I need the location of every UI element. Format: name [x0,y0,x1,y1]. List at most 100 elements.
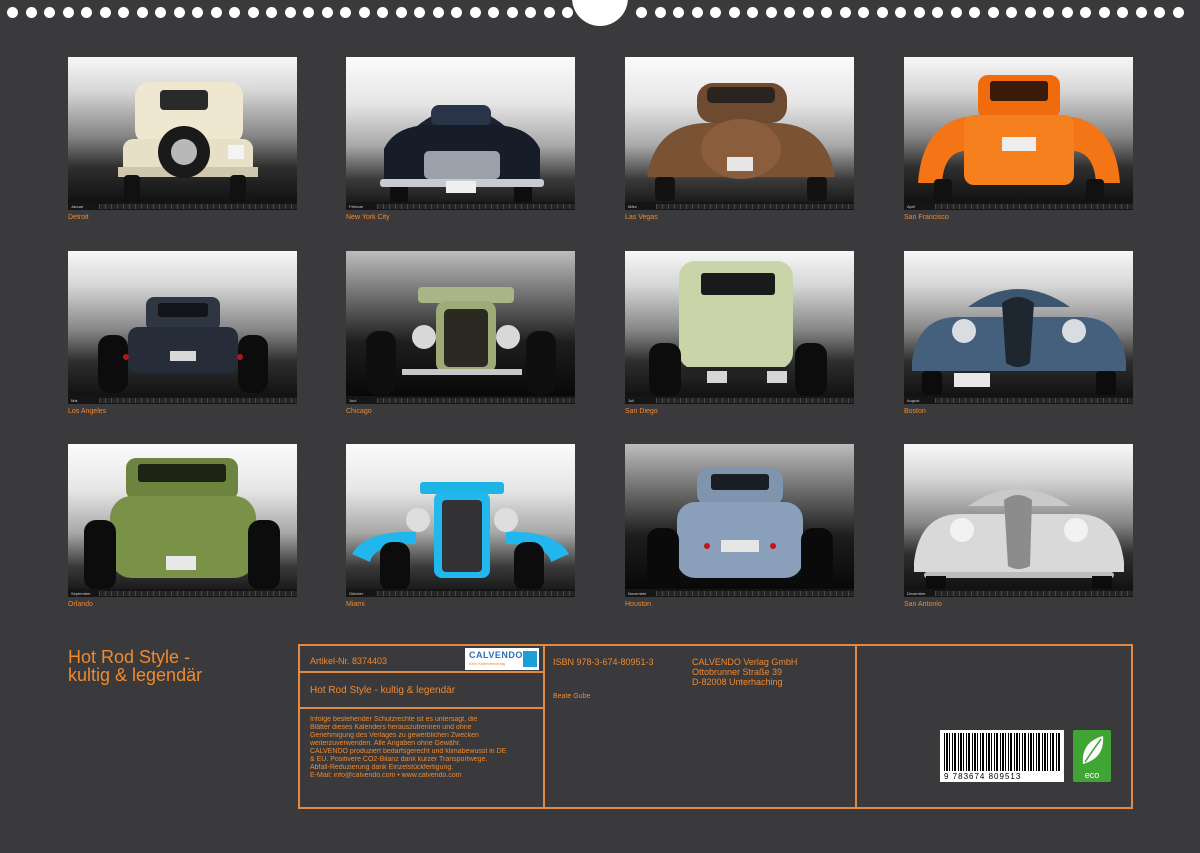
binding-hole [784,7,795,18]
logo-subtext: Kein Kalenderverlag [469,661,506,666]
binding-hole [1117,7,1128,18]
car-photo: Januar [68,57,297,210]
binding-hole [118,7,129,18]
month-tile-april: April San Francisco [904,57,1133,223]
publisher-line: D-82008 Unterhaching [692,677,783,687]
month-name: Oktober [349,590,364,596]
eco-label: eco [1084,770,1100,780]
month-name: Juli [628,397,635,403]
car-photo: Dezember [904,444,1133,597]
city-label: Orlando [68,601,93,608]
binding-hole [359,7,370,18]
car-illustration [914,489,1124,592]
binding-hole [229,7,240,18]
author: Beate Gube [553,693,591,700]
car-illustration [84,458,280,590]
binding-hole [266,7,277,18]
binding-hole [710,7,721,18]
binding-hole [100,7,111,18]
binding-hole [396,7,407,18]
barcode-bars [944,733,1060,771]
car-illustration [98,297,268,393]
legal-line: Infolge bestehender Schutzrechte ist es … [310,716,478,723]
city-label: New York City [346,214,390,221]
binding-hole [377,7,388,18]
city-label: Houston [625,601,652,608]
binding-hole [729,7,740,18]
calendar-strip: Juni [346,396,575,404]
binding-hole [1025,7,1036,18]
month-name: Dezember [907,590,926,596]
binding-hole [858,7,869,18]
legal-line: weiterzuverwenden. Alle Angaben ohne Gew… [310,740,461,747]
binding-hole [7,7,18,18]
month-name: März [628,203,637,209]
publisher-line: Ottobrunner Straße 39 [692,667,783,677]
month-tile-october: Oktober Miami [346,444,575,610]
binding-hole [322,7,333,18]
car-illustration [918,75,1120,203]
binding-hole [1136,7,1147,18]
city-label: Detroit [68,214,89,221]
car-illustration [649,261,827,397]
binding-hole [914,7,925,18]
logo-mark-icon [523,651,537,667]
car-photo: Februar [346,57,575,210]
legal-line: E-Mail: info@calvendo.com • www.calvendo… [310,772,462,779]
binding-hole [1043,7,1054,18]
month-tile-december: Dezember San Antonio [904,444,1133,610]
calendar-strip: November [625,589,854,597]
binding-hole [488,7,499,18]
legal-line: CALVENDO produziert bedarfsgerecht und k… [310,748,507,755]
car-photo: Juni [346,251,575,404]
binding-hole [211,7,222,18]
calendar-strip: August [904,396,1133,404]
car-photo: März [625,57,854,210]
calvendo-logo: CALVENDO Kein Kalenderverlag [465,648,539,670]
binding-hole [562,7,573,18]
eco-badge: eco [1073,730,1111,782]
calendar-title: Hot Rod Style - kultig & legendär [68,648,202,684]
binding-hole [766,7,777,18]
product-title: Hot Rod Style - kultig & legendär [310,685,456,696]
legal-line: Genehmigung des Verlages zu gewerblichen… [310,732,479,739]
month-tile-march: März Las Vegas [625,57,854,223]
title-line-1: Hot Rod Style - [68,647,191,667]
binding-hole [525,7,536,18]
barcode-number: 9 783674 809513 [944,772,1022,781]
binding-hole [1099,7,1110,18]
car-photo: November [625,444,854,597]
month-tile-february: Februar New York City [346,57,575,223]
car-photo: April [904,57,1133,210]
binding-hole [673,7,684,18]
car-illustration [647,468,833,590]
binding-hole [414,7,425,18]
panel-divider [543,644,545,809]
binding-hole [507,7,518,18]
month-name: November [628,590,647,596]
binding-hole [655,7,666,18]
month-tile-january: Januar Detroit [68,57,297,223]
month-tile-july: Juli San Diego [625,251,854,417]
binding-hole [433,7,444,18]
city-label: San Francisco [904,214,949,221]
month-name: September [71,590,91,596]
binding-hole [692,7,703,18]
binding-hole [192,7,203,18]
car-illustration [118,82,258,203]
month-name: Januar [71,203,84,209]
car-photo: September [68,444,297,597]
calendar-strip: Oktober [346,589,575,597]
month-name: August [907,397,920,403]
binding-hole [544,7,555,18]
binding-hole [248,7,259,18]
month-tile-november: November Houston [625,444,854,610]
title-line-2: kultig & legendär [68,665,203,685]
car-photo: August [904,251,1133,404]
panel-divider [298,707,545,709]
calendar-strip: März [625,202,854,210]
legal-line: & EU. Positivere CO2-Bilanz dank kurzer … [310,756,488,763]
calendar-strip: Juli [625,396,854,404]
binding-hole [1154,7,1165,18]
binding-hole [44,7,55,18]
